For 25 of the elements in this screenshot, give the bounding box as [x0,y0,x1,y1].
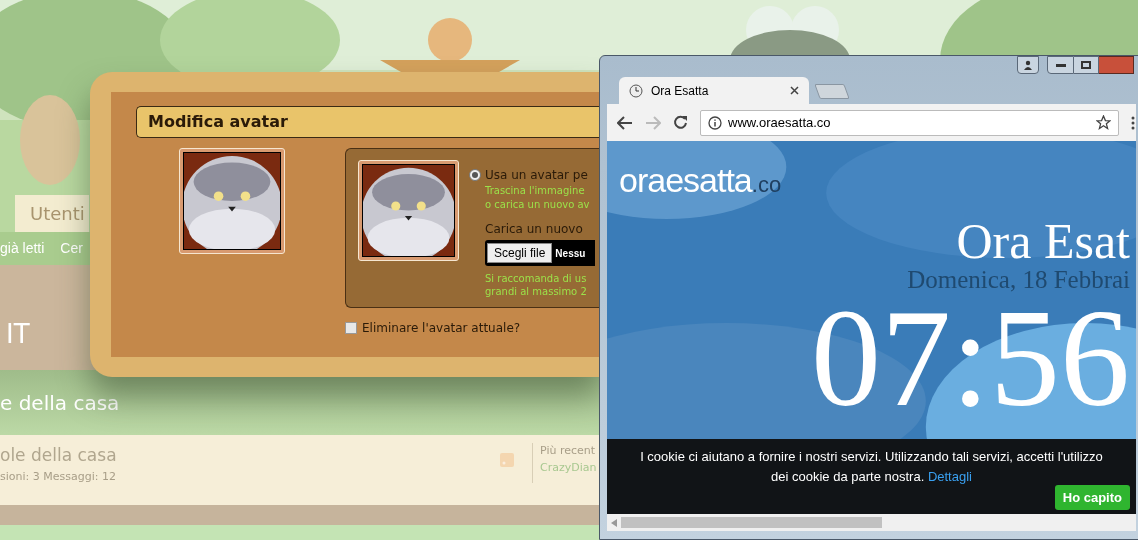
file-input[interactable]: Scegli file Nessu [485,240,595,266]
upload-label: Carica un nuovo [485,221,584,238]
checkbox-label[interactable]: Eliminare l'avatar attuale? [362,319,521,337]
forum-stats: sioni: 3 Messaggi: 12 [0,468,117,485]
checkbox[interactable] [345,322,357,334]
cookie-message: I cookie ci aiutano a fornire i nostri servizi. Utilizzando tali servizi, accetti l'utilizzo dei cookie da parte nostra. Dettagli [639,448,1104,486]
language-label: IT [6,318,30,351]
section-title: e della casa [0,389,120,417]
details-link[interactable]: Dettagli [927,469,972,484]
nav-link[interactable]: Cer [60,238,83,259]
horizontal-scrollbar[interactable] [607,514,1136,531]
file-status: Nessu [555,246,586,261]
nav-link[interactable]: già letti [0,238,45,259]
hint-text: grandi al massimo 2 [485,285,588,298]
nav-tab[interactable]: Utenti [15,195,89,232]
page-heading: Ora Esat [956,215,1130,267]
hint-text: o carica un nuovo av [485,198,591,212]
latest-label: Più recent [540,443,597,459]
hint-text: Si raccomanda di us [485,272,588,285]
forum-title[interactable]: ole della casa [0,443,500,469]
accept-button[interactable]: Ho capito [1054,484,1130,510]
scrollbar-thumb[interactable] [621,517,882,528]
date-text: Domenica, 18 Febbrai [907,267,1130,293]
choose-file-button[interactable]: Scegli file [487,243,553,263]
clock-time: 07:56 [811,293,1130,423]
